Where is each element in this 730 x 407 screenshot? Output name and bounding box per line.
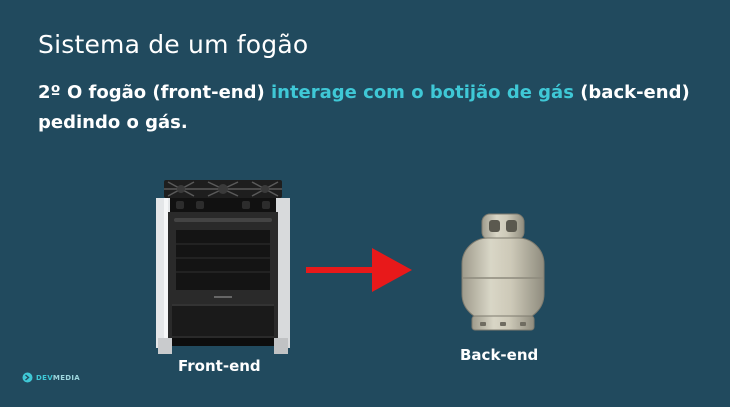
slide: Sistema de um fogão 2º O fogão (front-en… <box>0 0 730 407</box>
brand-name-part1: DEV <box>36 373 53 382</box>
subtitle-prefix: 2º O fogão (front-end) <box>38 82 271 103</box>
brand-logo: DEVMEDIA <box>22 372 80 383</box>
back-end-label: Back-end <box>460 346 539 364</box>
devmedia-logo-icon <box>22 372 33 383</box>
arrow-right-icon <box>306 248 412 292</box>
stove-image <box>156 180 290 354</box>
front-end-label: Front-end <box>178 357 261 375</box>
brand-name-part2: MEDIA <box>52 373 81 382</box>
gas-cylinder-image <box>461 213 545 331</box>
slide-title: Sistema de um fogão <box>38 30 309 59</box>
slide-subtitle: 2º O fogão (front-end) interage com o bo… <box>38 78 698 138</box>
subtitle-highlight: interage com o botijão de gás <box>270 82 574 103</box>
